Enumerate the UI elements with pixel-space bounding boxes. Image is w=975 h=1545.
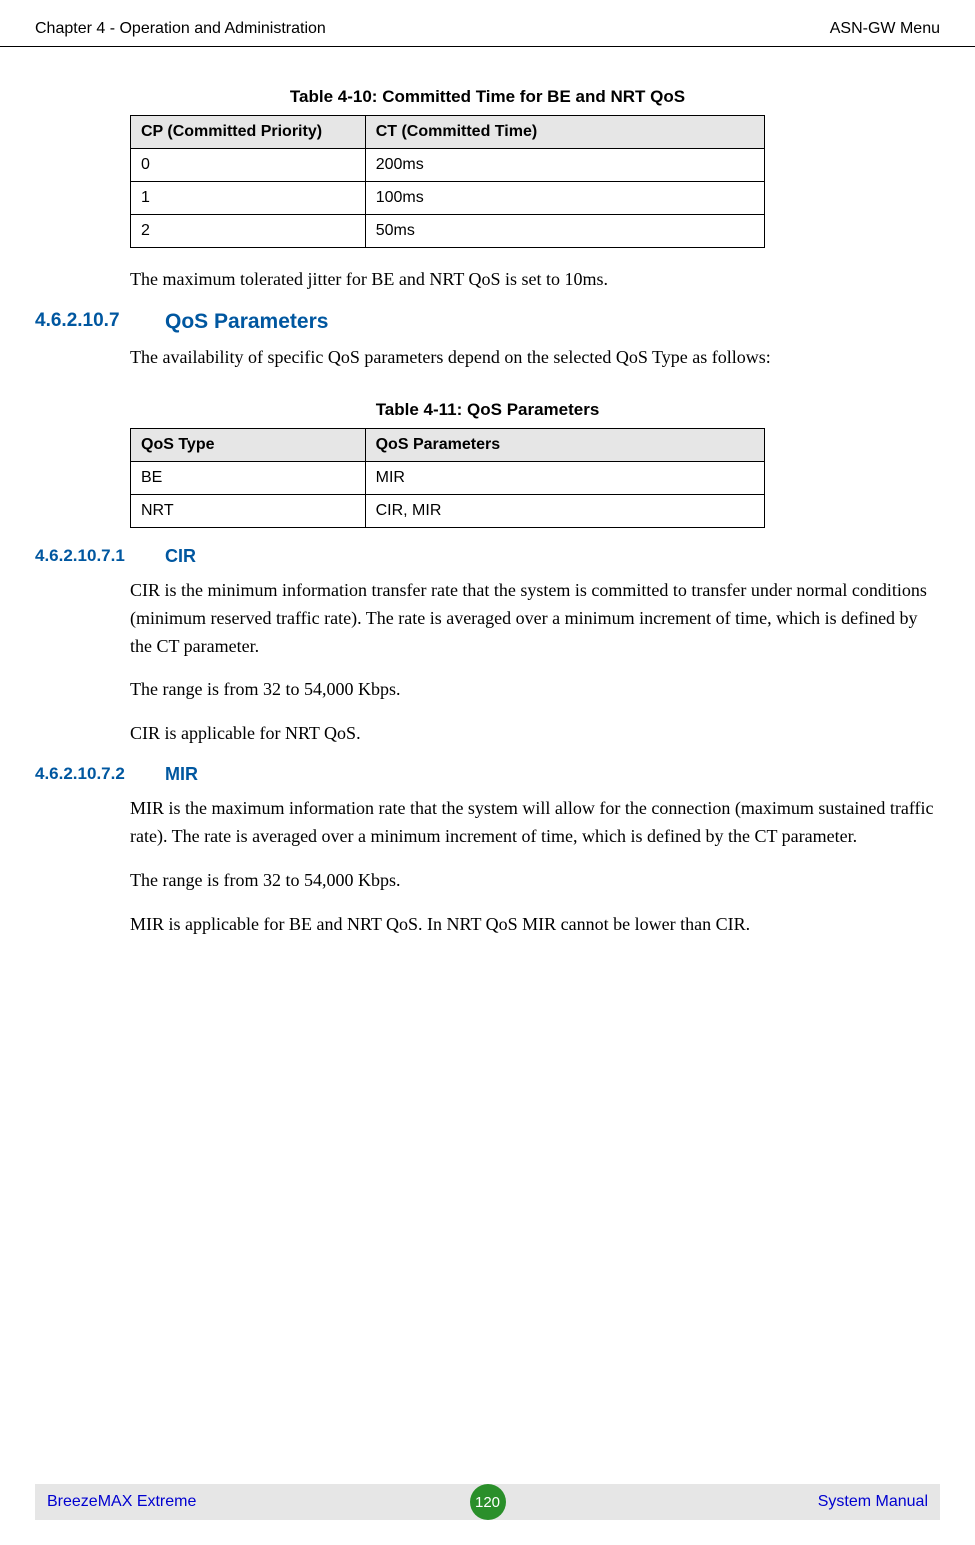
table-header-row: QoS Type QoS Parameters (131, 428, 765, 461)
table-row: 0 200ms (131, 149, 765, 182)
mir-paragraph-3: MIR is applicable for BE and NRT QoS. In… (130, 911, 940, 939)
section-number: 4.6.2.10.7 (35, 310, 165, 332)
header-left: Chapter 4 - Operation and Administration (35, 20, 326, 38)
section-cir-heading: 4.6.2.10.7.1 CIR (35, 546, 940, 567)
page-header: Chapter 4 - Operation and Administration… (0, 0, 975, 47)
section-number: 4.6.2.10.7.2 (35, 764, 165, 784)
qos-intro-paragraph: The availability of specific QoS paramet… (130, 344, 940, 372)
table-cell: 1 (131, 182, 366, 215)
section-title: CIR (165, 546, 196, 567)
section-mir-heading: 4.6.2.10.7.2 MIR (35, 764, 940, 785)
section-qos-parameters-heading: 4.6.2.10.7 QoS Parameters (35, 310, 940, 334)
page: Chapter 4 - Operation and Administration… (0, 0, 975, 1545)
mir-paragraph-1: MIR is the maximum information rate that… (130, 795, 940, 851)
table-cell: 0 (131, 149, 366, 182)
table-cell: 100ms (365, 182, 764, 215)
table-header-cell: CT (Committed Time) (365, 116, 764, 149)
table-cell: 200ms (365, 149, 764, 182)
section-number: 4.6.2.10.7.1 (35, 546, 165, 566)
page-number-badge: 120 (470, 1484, 506, 1520)
footer-product-name: BreezeMAX Extreme (47, 1493, 196, 1511)
cir-paragraph-3: CIR is applicable for NRT QoS. (130, 720, 940, 748)
cir-paragraph-2: The range is from 32 to 54,000 Kbps. (130, 676, 940, 704)
table-cell: NRT (131, 494, 366, 527)
table-row: NRT CIR, MIR (131, 494, 765, 527)
table-cell: 50ms (365, 215, 764, 248)
table-cell: 2 (131, 215, 366, 248)
table-row: 1 100ms (131, 182, 765, 215)
table-4-11-caption: Table 4-11: QoS Parameters (35, 400, 940, 420)
table-header-cell: CP (Committed Priority) (131, 116, 366, 149)
jitter-paragraph: The maximum tolerated jitter for BE and … (130, 266, 940, 294)
table-header-cell: QoS Type (131, 428, 366, 461)
header-right: ASN-GW Menu (830, 20, 940, 38)
table-cell: MIR (365, 461, 764, 494)
table-row: BE MIR (131, 461, 765, 494)
table-4-10-caption: Table 4-10: Committed Time for BE and NR… (35, 87, 940, 107)
table-cell: BE (131, 461, 366, 494)
table-4-11: QoS Type QoS Parameters BE MIR NRT CIR, … (130, 428, 765, 528)
table-row: 2 50ms (131, 215, 765, 248)
footer-doc-title: System Manual (818, 1493, 928, 1511)
table-cell: CIR, MIR (365, 494, 764, 527)
footer-inner: BreezeMAX Extreme 120 System Manual (35, 1484, 940, 1520)
section-title: MIR (165, 764, 198, 785)
content: Table 4-10: Committed Time for BE and NR… (0, 87, 975, 939)
page-footer: BreezeMAX Extreme 120 System Manual (0, 1484, 975, 1520)
mir-paragraph-2: The range is from 32 to 54,000 Kbps. (130, 867, 940, 895)
cir-paragraph-1: CIR is the minimum information transfer … (130, 577, 940, 661)
section-title: QoS Parameters (165, 310, 328, 334)
table-4-10: CP (Committed Priority) CT (Committed Ti… (130, 115, 765, 248)
table-header-row: CP (Committed Priority) CT (Committed Ti… (131, 116, 765, 149)
table-header-cell: QoS Parameters (365, 428, 764, 461)
